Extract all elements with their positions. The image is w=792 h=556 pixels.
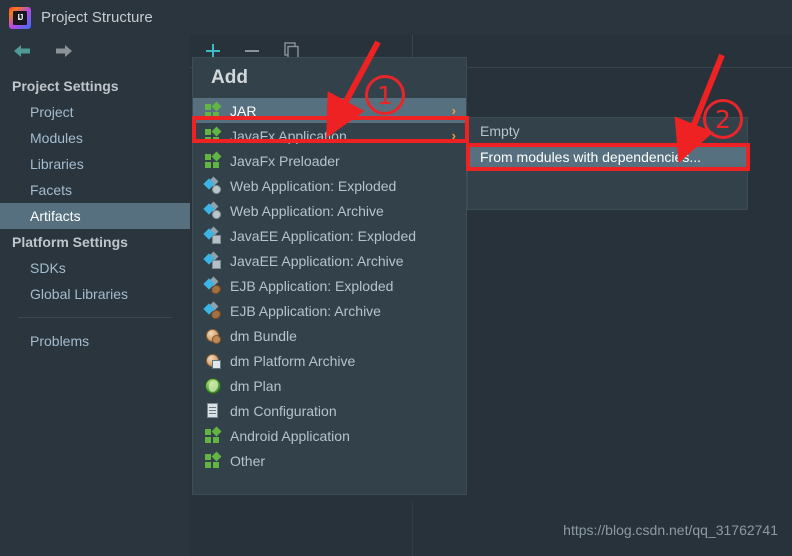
submenu-item-from-modules-with-dependencies[interactable]: From modules with dependencies... [468, 144, 747, 170]
ejb-icon [203, 276, 223, 296]
menu-item-javafx-preloader[interactable]: JavaFx Preloader [193, 148, 466, 173]
settings-tree: Project Settings Project Modules Librari… [0, 73, 190, 354]
module-icon [205, 101, 222, 119]
menu-item-label: JavaFx Preloader [230, 152, 340, 169]
menu-item-web-application-archive[interactable]: Web Application: Archive [193, 198, 466, 223]
add-artifact-menu: Add JAR › JavaFx Application › JavaFx Pr… [192, 57, 467, 495]
sidebar-group-project-settings: Project Settings [12, 78, 119, 94]
panel-divider-vertical [412, 501, 413, 556]
logo-text: IJ [17, 13, 24, 22]
app-window: IJ Project Structure Project Settings Pr… [0, 0, 792, 556]
menu-item-label: Web Application: Archive [230, 202, 384, 219]
sidebar-group-platform-settings: Platform Settings [12, 234, 128, 250]
arrow-left-icon[interactable] [12, 43, 34, 59]
menu-item-dm-plan[interactable]: dm Plan [193, 373, 466, 398]
menu-item-web-application-exploded[interactable]: Web Application: Exploded [193, 173, 466, 198]
sidebar-item-artifacts[interactable]: Artifacts [0, 203, 190, 229]
jar-submenu: Empty From modules with dependencies... [467, 117, 748, 210]
menu-item-label: JavaEE Application: Archive [230, 252, 404, 269]
dm-bundle-icon [205, 328, 221, 344]
javaee-icon [203, 226, 221, 244]
menu-item-ejb-application-exploded[interactable]: EJB Application: Exploded [193, 273, 466, 298]
sidebar-item-sdks[interactable]: SDKs [0, 255, 190, 281]
menu-item-label: dm Plan [230, 377, 282, 394]
sidebar-item-global-libraries[interactable]: Global Libraries [0, 281, 190, 307]
module-icon [205, 126, 222, 144]
menu-item-dm-bundle[interactable]: dm Bundle [193, 323, 466, 348]
dm-plan-icon [205, 377, 221, 394]
module-icon [205, 151, 222, 169]
document-icon [205, 402, 221, 419]
menu-item-label: Other [230, 452, 266, 469]
sidebar-item-project[interactable]: Project [0, 99, 190, 125]
menu-item-label: dm Bundle [230, 327, 297, 344]
menu-item-label: JavaFx Application [230, 127, 347, 144]
sidebar-item-modules[interactable]: Modules [0, 125, 190, 151]
web-icon [203, 201, 221, 219]
menu-item-jar[interactable]: JAR › [193, 98, 466, 123]
chevron-right-icon: › [451, 103, 456, 118]
left-sidebar: Project Settings Project Modules Librari… [0, 35, 190, 556]
menu-item-other[interactable]: Other [193, 448, 466, 473]
chevron-right-icon: › [451, 128, 456, 143]
menu-item-ejb-application-archive[interactable]: EJB Application: Archive [193, 298, 466, 323]
window-title: Project Structure [41, 9, 153, 26]
menu-item-label: EJB Application: Exploded [230, 277, 394, 294]
sidebar-item-problems[interactable]: Problems [0, 328, 190, 354]
menu-item-label: JavaEE Application: Exploded [230, 227, 417, 244]
menu-item-javafx-application[interactable]: JavaFx Application › [193, 123, 466, 148]
menu-item-javaee-application-exploded[interactable]: JavaEE Application: Exploded [193, 223, 466, 248]
menu-item-android-application[interactable]: Android Application [193, 423, 466, 448]
sidebar-divider [18, 317, 172, 318]
title-bar: IJ Project Structure [0, 0, 792, 35]
navigation-arrows [0, 35, 190, 67]
arrow-right-icon[interactable] [52, 43, 74, 59]
watermark-text: https://blog.csdn.net/qq_31762741 [563, 522, 778, 538]
submenu-item-empty[interactable]: Empty [468, 118, 747, 144]
menu-item-dm-platform-archive[interactable]: dm Platform Archive [193, 348, 466, 373]
web-icon [203, 176, 221, 194]
sidebar-item-facets[interactable]: Facets [0, 177, 190, 203]
menu-item-label: JAR [230, 102, 257, 119]
menu-title: Add [211, 67, 248, 88]
module-icon [205, 426, 222, 444]
menu-item-javaee-application-archive[interactable]: JavaEE Application: Archive [193, 248, 466, 273]
menu-item-dm-configuration[interactable]: dm Configuration [193, 398, 466, 423]
javaee-icon [203, 251, 221, 269]
ejb-icon [203, 301, 223, 321]
menu-item-label: dm Platform Archive [230, 352, 356, 369]
dm-platform-icon [205, 353, 221, 369]
intellij-idea-logo-icon: IJ [9, 6, 31, 29]
module-icon [205, 451, 222, 469]
menu-item-label: Android Application [230, 427, 350, 444]
sidebar-item-libraries[interactable]: Libraries [0, 151, 190, 177]
menu-item-label: Web Application: Exploded [230, 177, 397, 194]
menu-item-label: dm Configuration [230, 402, 337, 419]
menu-item-label: EJB Application: Archive [230, 302, 381, 319]
